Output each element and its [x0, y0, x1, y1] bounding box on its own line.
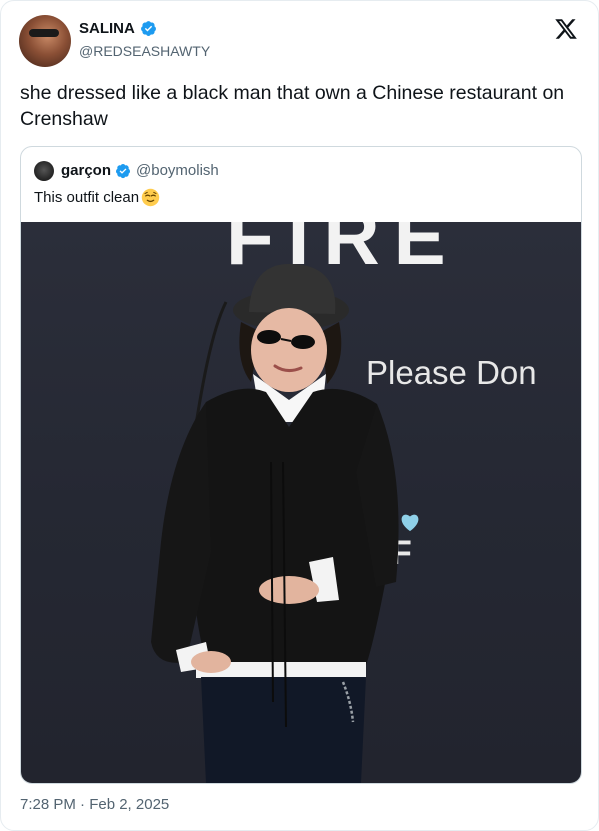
relieved-face-icon	[141, 188, 160, 207]
quoted-tweet-photo[interactable]: FIRE Please Don F	[21, 222, 581, 783]
quoted-tweet-text-row: This outfit clean	[34, 188, 160, 207]
tweet-text: she dressed like a black man that own a …	[20, 82, 565, 130]
quoted-author-display-name[interactable]: garçon	[61, 162, 111, 179]
verified-badge-icon	[116, 163, 131, 178]
tweet-timestamp[interactable]: 7:28 PM · Feb 2, 2025	[20, 796, 169, 813]
author-handle[interactable]: @REDSEASHAWTY	[79, 43, 210, 59]
quoted-author-handle[interactable]: @boymolish	[136, 162, 219, 179]
author-avatar[interactable]	[19, 15, 71, 67]
quoted-author-row: garçon @boymolish	[61, 162, 219, 179]
person-figure	[151, 263, 399, 783]
tweet-card: SALINA @REDSEASHAWTY she dressed like a …	[0, 0, 599, 831]
quoted-tweet[interactable]: garçon @boymolish This outfit clean FIRE…	[20, 146, 582, 784]
quoted-author-avatar[interactable]	[34, 161, 54, 181]
verified-badge-icon	[140, 21, 156, 37]
quoted-tweet-text: This outfit clean	[34, 189, 140, 206]
author-name-row: SALINA	[79, 20, 157, 37]
x-logo-icon[interactable]	[554, 17, 578, 41]
author-display-name[interactable]: SALINA	[79, 20, 135, 37]
